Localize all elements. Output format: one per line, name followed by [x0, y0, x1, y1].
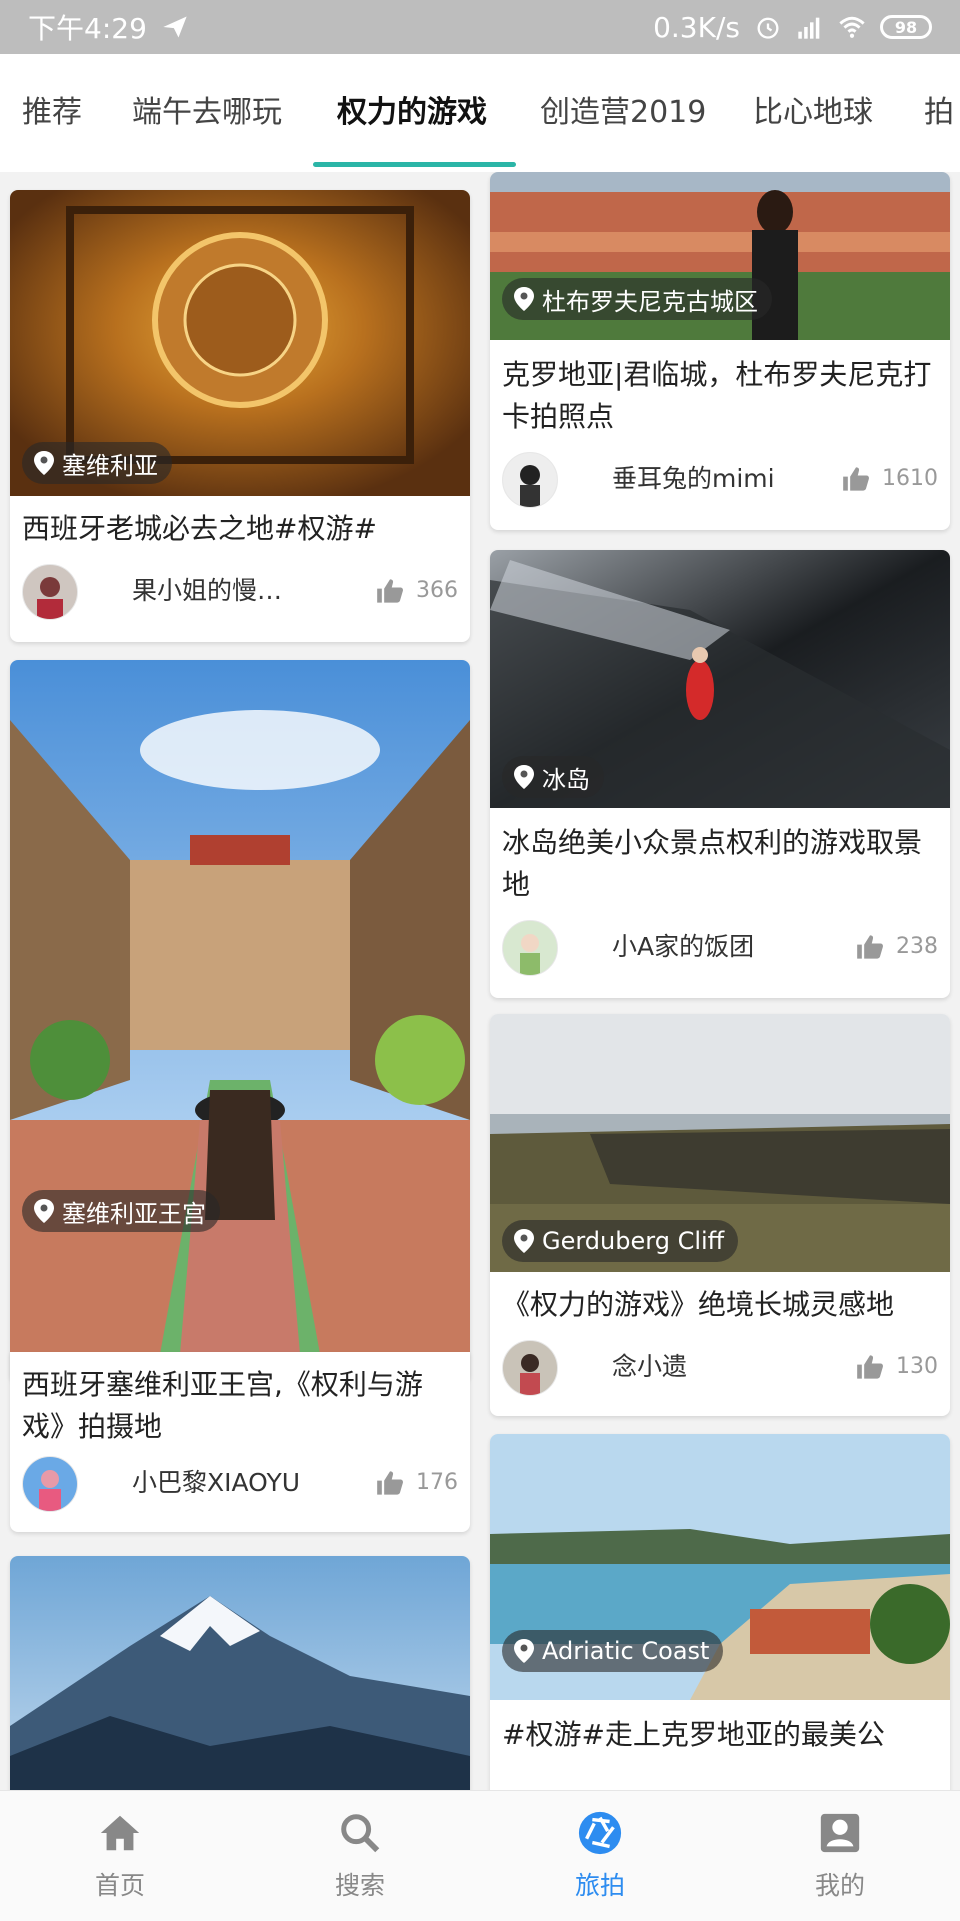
nav-label: 搜索 — [334, 1871, 385, 1900]
post-meta: 垂耳兔的mimi 1610 — [502, 452, 938, 508]
location-name: 塞维利亚 — [62, 451, 158, 480]
like-button[interactable]: 130 — [856, 1340, 938, 1394]
like-button[interactable]: 238 — [856, 920, 938, 974]
post-card[interactable]: Adriatic Coast #权游#走上克罗地亚的最美公 — [490, 1434, 950, 1790]
location-name: Gerduberg Cliff — [542, 1227, 725, 1255]
status-bar: 下午4:29 0.3K/s 98 — [0, 0, 960, 54]
post-image — [10, 660, 470, 1354]
post-title[interactable]: 克罗地亚|君临城，杜布罗夫尼克打卡拍照点 — [502, 354, 938, 438]
thumbs-up-icon — [377, 1471, 403, 1495]
nav-label: 首页 — [94, 1871, 145, 1900]
like-button[interactable]: 1610 — [842, 452, 938, 506]
location-pin-icon — [514, 1229, 534, 1253]
camera-aperture-icon — [578, 1811, 622, 1855]
like-button[interactable]: 176 — [376, 1456, 458, 1510]
like-count: 366 — [416, 578, 458, 603]
post-meta: 果小姐的慢… 366 — [22, 564, 458, 620]
tab-dragon-boat[interactable]: 端午去哪玩 — [132, 54, 282, 172]
tab-photo[interactable]: 拍 — [924, 54, 954, 172]
avatar[interactable] — [502, 920, 558, 976]
location-tag[interactable]: 冰岛 — [502, 756, 604, 798]
thumbs-up-icon — [377, 579, 403, 603]
active-tab-indicator — [313, 162, 516, 167]
post-card[interactable]: 冰岛 冰岛绝美小众景点权利的游戏取景地 小A家的饭团 238 — [490, 550, 950, 998]
author-name[interactable]: 果小姐的慢… — [132, 564, 282, 618]
avatar[interactable] — [502, 452, 558, 508]
nav-label: 我的 — [814, 1871, 865, 1900]
post-image — [10, 1556, 470, 1790]
location-tag[interactable]: Adriatic Coast — [502, 1630, 724, 1672]
avatar[interactable] — [502, 1340, 558, 1396]
search-icon — [341, 1814, 380, 1853]
network-speed: 0.3K/s — [653, 10, 740, 44]
author-name[interactable]: 念小遗 — [612, 1340, 687, 1394]
nav-label: 旅拍 — [574, 1871, 625, 1900]
tab-produce-2019[interactable]: 创造营2019 — [540, 54, 706, 172]
location-pin-icon — [514, 1639, 534, 1663]
send-icon — [163, 16, 187, 38]
like-count: 176 — [416, 1470, 458, 1495]
thumbs-up-icon — [857, 1355, 883, 1379]
location-name: Adriatic Coast — [542, 1637, 710, 1665]
post-title[interactable]: 西班牙老城必去之地#权游# — [22, 508, 458, 550]
location-pin-icon — [514, 765, 534, 789]
post-card[interactable]: Gerduberg Cliff 《权力的游戏》绝境长城灵感地 念小遗 130 — [490, 1014, 950, 1416]
author-name[interactable]: 小巴黎XIAOYU — [132, 1456, 300, 1510]
post-title[interactable]: #权游#走上克罗地亚的最美公 — [502, 1714, 938, 1756]
post-feed[interactable]: 塞维利亚 西班牙老城必去之地#权游# 果小姐的慢… 366 塞维利亚王宫 西班牙… — [0, 172, 960, 1790]
wifi-icon — [839, 16, 865, 38]
tab-game-of-thrones[interactable]: 权力的游戏 — [337, 54, 487, 172]
location-name: 杜布罗夫尼克古城区 — [542, 287, 758, 316]
post-card[interactable] — [10, 1556, 470, 1790]
location-name: 塞维利亚王宫 — [62, 1199, 206, 1228]
like-count: 130 — [896, 1354, 938, 1379]
thumbs-up-icon — [843, 467, 869, 491]
location-tag[interactable]: 塞维利亚王宫 — [22, 1190, 220, 1232]
nav-travel-photo[interactable]: 旅拍 — [480, 1791, 720, 1921]
post-meta: 小巴黎XIAOYU 176 — [22, 1456, 458, 1512]
like-count: 1610 — [882, 466, 938, 491]
status-time: 下午4:29 — [28, 12, 147, 45]
location-tag[interactable]: 塞维利亚 — [22, 442, 172, 484]
nav-home[interactable]: 首页 — [0, 1791, 240, 1921]
post-title[interactable]: 冰岛绝美小众景点权利的游戏取景地 — [502, 822, 938, 906]
location-pin-icon — [34, 1199, 54, 1223]
post-title[interactable]: 《权力的游戏》绝境长城灵感地 — [502, 1284, 938, 1326]
post-card-footer[interactable]: 西班牙塞维利亚王宫,《权利与游戏》拍摄地 小巴黎XIAOYU 176 — [10, 1352, 470, 1532]
location-name: 冰岛 — [542, 765, 590, 794]
battery-icon: 98 — [880, 15, 932, 39]
profile-icon — [820, 1813, 860, 1853]
nav-profile[interactable]: 我的 — [720, 1791, 960, 1921]
alarm-icon — [757, 17, 779, 39]
author-name[interactable]: 小A家的饭团 — [612, 920, 754, 974]
author-name[interactable]: 垂耳兔的mimi — [612, 452, 775, 506]
post-meta: 念小遗 130 — [502, 1340, 938, 1396]
post-meta: 小A家的饭团 238 — [502, 920, 938, 976]
location-tag[interactable]: 杜布罗夫尼克古城区 — [502, 278, 772, 320]
like-count: 238 — [896, 934, 938, 959]
location-pin-icon — [514, 287, 534, 311]
bottom-navigation: 首页 搜索 旅拍 我的 — [0, 1790, 960, 1921]
post-card[interactable]: 塞维利亚王宫 — [10, 660, 470, 1382]
like-button[interactable]: 366 — [376, 564, 458, 618]
avatar[interactable] — [22, 1456, 78, 1512]
signal-icon — [798, 17, 820, 39]
post-card[interactable]: 杜布罗夫尼克古城区 克罗地亚|君临城，杜布罗夫尼克打卡拍照点 垂耳兔的mimi … — [490, 172, 950, 530]
location-pin-icon — [34, 451, 54, 475]
tab-recommend[interactable]: 推荐 — [22, 54, 82, 172]
home-icon — [100, 1815, 140, 1851]
nav-search[interactable]: 搜索 — [240, 1791, 480, 1921]
avatar[interactable] — [22, 564, 78, 620]
tab-heart-earth[interactable]: 比心地球 — [753, 54, 873, 172]
post-card[interactable]: 塞维利亚 西班牙老城必去之地#权游# 果小姐的慢… 366 — [10, 190, 470, 642]
category-tabs: 推荐 端午去哪玩 权力的游戏 创造营2019 比心地球 拍 — [0, 54, 960, 172]
post-title[interactable]: 西班牙塞维利亚王宫,《权利与游戏》拍摄地 — [22, 1364, 458, 1448]
thumbs-up-icon — [857, 935, 883, 959]
location-tag[interactable]: Gerduberg Cliff — [502, 1220, 739, 1262]
